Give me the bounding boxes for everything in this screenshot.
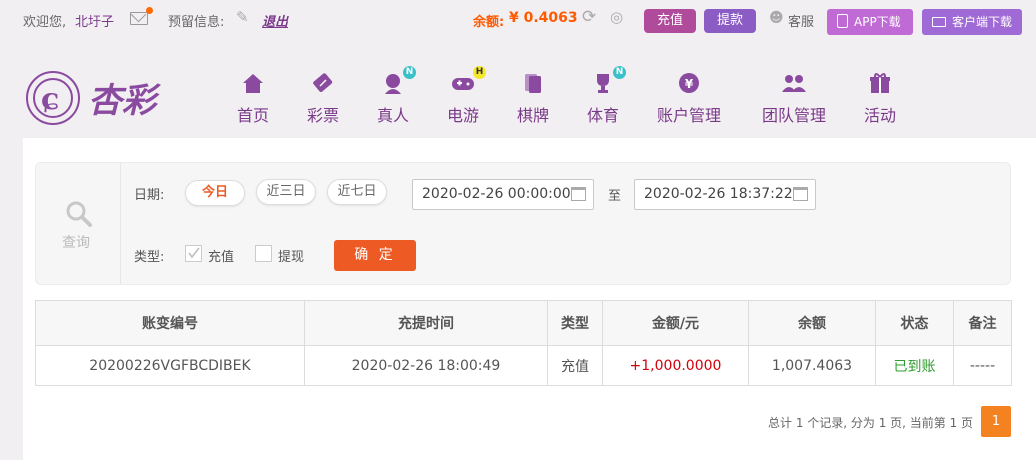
col-header-balance: 余额 (748, 300, 876, 346)
svg-text:¥: ¥ (685, 77, 694, 91)
edit-icon[interactable]: ✎ (236, 8, 249, 26)
nav-item-sports[interactable]: N 体育 (586, 66, 626, 126)
nav-label: 彩票 (306, 106, 339, 125)
svg-text:ɕ: ɕ (41, 82, 59, 117)
range-today-button[interactable]: 今日 (185, 180, 245, 206)
withdraw-button[interactable]: 提款 (704, 9, 756, 33)
recharge-checkbox-label: 充值 (208, 250, 235, 265)
col-header-status: 状态 (875, 300, 954, 346)
logout-link[interactable]: 退出 (262, 11, 288, 30)
col-header-amount: 金额/元 (602, 300, 749, 346)
gamepad-icon (452, 78, 474, 90)
nav-label: 团队管理 (761, 106, 826, 125)
nav-item-live[interactable]: N 真人 (376, 66, 416, 126)
team-icon (782, 75, 806, 92)
nav-label: 活动 (863, 106, 896, 125)
nav-item-egame[interactable]: H 电游 (446, 66, 486, 126)
home-icon (243, 74, 263, 93)
calendar-icon[interactable] (571, 187, 586, 201)
client-download-label: 客户端下载 (952, 15, 1013, 29)
col-header-id: 账变编号 (35, 300, 305, 346)
confirm-button[interactable]: 确 定 (334, 240, 416, 271)
end-date-input[interactable]: 2020-02-26 18:37:22 (634, 179, 816, 210)
gift-icon (870, 73, 890, 93)
top-bar: 欢迎您, 北圩子 预留信息: ✎ 退出 余额: ¥ 0.4063 ⟳ ◎ 充值 … (0, 0, 1036, 40)
trophy-icon (597, 74, 609, 93)
nav-item-events[interactable]: 活动 (863, 70, 897, 126)
table-header-row: 账变编号 充提时间 类型 金额/元 余额 状态 备注 (35, 300, 1012, 346)
site-logo[interactable]: ɕ 杏彩 (24, 68, 184, 132)
start-date-input[interactable]: 2020-02-26 00:00:00 (412, 179, 594, 210)
nav-label: 真人 (376, 106, 409, 125)
cell-remark: ----- (953, 345, 1012, 386)
cell-status: 已到账 (875, 345, 954, 386)
content-panel: 查询 日期: 今日 近三日 近七日 2020-02-26 00:00:00 至 … (23, 138, 1036, 460)
range-3days-button[interactable]: 近三日 (256, 179, 316, 205)
col-header-remark: 备注 (953, 300, 1012, 346)
headset-icon: ☻ (769, 10, 784, 26)
withdraw-checkbox-label: 提现 (278, 250, 305, 265)
cell-amount: +1,000.0000 (602, 345, 749, 386)
end-date-value: 2020-02-26 18:37:22 (644, 186, 793, 202)
hide-balance-icon[interactable]: ◎ (610, 8, 623, 26)
live-dealer-icon (385, 74, 401, 94)
app-download-button[interactable]: APP下载 (827, 9, 913, 35)
nav-label: 体育 (586, 106, 619, 125)
col-header-type: 类型 (547, 300, 603, 346)
date-label: 日期: (134, 188, 165, 203)
nav-item-home[interactable]: 首页 (236, 70, 270, 126)
cell-id: 20200226VGFBCDIBEK (35, 345, 305, 386)
client-download-button[interactable]: 客户端下载 (922, 9, 1022, 35)
recharge-button[interactable]: 充值 (644, 9, 696, 33)
range-7days-button[interactable]: 近七日 (327, 179, 387, 205)
nav-label: 电游 (446, 106, 479, 125)
monitor-icon (932, 17, 946, 27)
query-section: 查询 (36, 163, 121, 284)
nav-label: 账户管理 (656, 106, 721, 125)
main-header: ɕ 杏彩 首页 彩票 N 真人 H 电游 棋牌 N 体育 ¥ 账户管理 团队管理… (0, 40, 1036, 138)
yuan-coin-icon: ¥ (679, 73, 699, 93)
nav-item-cards[interactable]: 棋牌 (516, 70, 550, 126)
nav-item-account[interactable]: ¥ 账户管理 (655, 70, 723, 126)
refresh-icon[interactable]: ⟳ (582, 7, 596, 27)
balance-value: ¥ 0.4063 (509, 10, 578, 26)
cell-type: 充值 (547, 345, 603, 386)
new-badge: N (613, 66, 626, 79)
hot-badge: H (473, 66, 486, 79)
filter-box: 查询 日期: 今日 近三日 近七日 2020-02-26 00:00:00 至 … (35, 162, 1011, 285)
nav-label: 棋牌 (516, 106, 549, 125)
cell-balance: 1,007.4063 (748, 345, 876, 386)
recharge-checkbox[interactable] (185, 245, 202, 262)
calendar-icon[interactable] (793, 187, 808, 201)
transaction-table: 账变编号 充提时间 类型 金额/元 余额 状态 备注 20200226VGFBC… (35, 300, 1012, 386)
app-download-label: APP下载 (854, 15, 901, 29)
balance-label: 余额: (473, 15, 505, 30)
table-row: 20200226VGFBCDIBEK 2020-02-26 18:00:49 充… (35, 345, 1012, 386)
query-label: 查询 (62, 235, 90, 251)
check-icon (188, 247, 200, 259)
cards-icon (525, 74, 541, 93)
welcome-text: 欢迎您, (23, 15, 67, 30)
lottery-ticket-icon (313, 73, 333, 92)
nav-item-team[interactable]: 团队管理 (760, 70, 828, 126)
new-badge: N (403, 66, 416, 79)
reserved-info-label: 预留信息: (168, 15, 225, 30)
mail-icon[interactable] (130, 7, 153, 25)
cell-time: 2020-02-26 18:00:49 (304, 345, 548, 386)
withdraw-checkbox[interactable] (255, 245, 272, 262)
notification-dot (146, 7, 153, 14)
pagination-summary: 总计 1 个记录, 分为 1 页, 当前第 1 页 (768, 416, 974, 430)
phone-icon (837, 14, 848, 28)
nav-item-lottery[interactable]: 彩票 (306, 70, 340, 126)
nav-label: 首页 (236, 106, 269, 125)
to-label: 至 (608, 189, 622, 204)
type-label: 类型: (134, 250, 165, 265)
search-icon (66, 201, 92, 227)
start-date-value: 2020-02-26 00:00:00 (422, 186, 571, 202)
col-header-time: 充提时间 (304, 300, 548, 346)
customer-service-label: 客服 (788, 15, 815, 30)
username[interactable]: 北圩子 (75, 11, 114, 30)
page-button-current[interactable]: 1 (981, 406, 1011, 437)
brand-text: 杏彩 (88, 81, 161, 121)
